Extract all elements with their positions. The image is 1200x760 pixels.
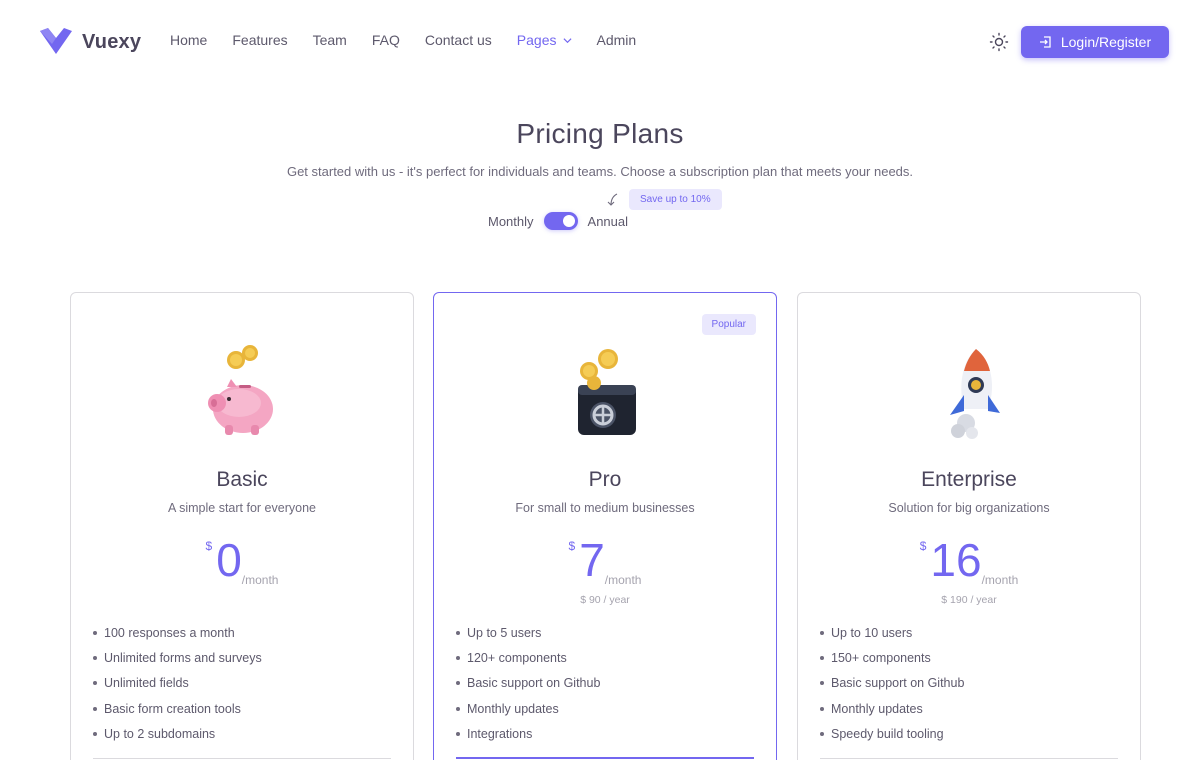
price-row: $ 7 /month: [434, 535, 776, 587]
plan-name: Enterprise: [921, 468, 1017, 491]
price-period: /month: [981, 573, 1019, 587]
feature-item: Unlimited forms and surveys: [93, 645, 262, 670]
brand-name: Vuexy: [82, 30, 142, 53]
plan-name: Basic: [216, 468, 268, 491]
price-row: $ 0 /month: [71, 535, 413, 587]
nav-pages[interactable]: Pages: [517, 32, 572, 48]
save-callout: Save up to 10%: [605, 189, 722, 210]
switch-knob: [562, 215, 575, 227]
login-register-button[interactable]: Login/Register: [1021, 26, 1169, 58]
navbar: Vuexy Home Features Team FAQ Contact us …: [0, 0, 1200, 84]
page-subtitle: Get started with us - it's perfect for i…: [286, 164, 914, 179]
nav-admin[interactable]: Admin: [597, 32, 637, 48]
curved-arrow-icon: [607, 193, 618, 206]
sun-icon[interactable]: [989, 32, 1009, 52]
plan-description: Solution for big organizations: [888, 501, 1050, 515]
plan-button[interactable]: [456, 757, 754, 759]
page-title: Pricing Plans: [516, 118, 684, 149]
price-period: /month: [604, 573, 642, 587]
feature-item: 100 responses a month: [93, 620, 262, 645]
nav-contact[interactable]: Contact us: [425, 32, 492, 48]
price-amount: 7: [579, 534, 605, 586]
billing-switch[interactable]: [543, 212, 578, 230]
feature-item: Unlimited fields: [93, 671, 262, 696]
price-amount: 0: [216, 534, 242, 586]
feature-list: Up to 5 users 120+ components Basic supp…: [456, 620, 600, 746]
yearly-price: $ 190 / year: [941, 594, 997, 606]
feature-list: 100 responses a month Unlimited forms an…: [93, 620, 262, 746]
feature-item: Basic form creation tools: [93, 696, 262, 721]
feature-item: 120+ components: [456, 645, 600, 670]
feature-item: Monthly updates: [456, 696, 600, 721]
save-badge: Save up to 10%: [629, 189, 722, 210]
yearly-price: $ 90 / year: [580, 594, 630, 606]
currency-symbol: $: [568, 539, 576, 553]
feature-item: Basic support on Github: [820, 671, 964, 696]
feature-item: Monthly updates: [820, 696, 964, 721]
feature-item: Up to 5 users: [456, 620, 600, 645]
nav-home[interactable]: Home: [170, 32, 207, 48]
feature-item: Up to 2 subdomains: [93, 721, 262, 746]
plan-description: For small to medium businesses: [515, 501, 695, 515]
price-period: /month: [241, 573, 279, 587]
vuexy-logo-icon: [40, 28, 72, 54]
currency-symbol: $: [919, 539, 927, 553]
feature-item: 150+ components: [820, 645, 964, 670]
plan-card-pro: Popular Pro For small to medium business…: [433, 292, 777, 760]
piggy-bank-icon: [208, 345, 273, 435]
feature-item: Basic support on Github: [456, 671, 600, 696]
plan-card-basic: Basic A simple start for everyone $ 0 /m…: [70, 292, 414, 760]
nav-features[interactable]: Features: [232, 32, 287, 48]
login-icon: [1039, 36, 1051, 48]
annual-label[interactable]: Annual: [588, 214, 628, 229]
currency-symbol: $: [205, 539, 213, 553]
feature-item: Speedy build tooling: [820, 721, 964, 746]
nav-links: Home Features Team FAQ Contact us Pages …: [170, 32, 661, 48]
chevron-down-icon: [562, 37, 572, 43]
price-row: $ 16 /month: [798, 535, 1140, 587]
plan-button[interactable]: [93, 758, 391, 759]
safe-box-icon: [578, 349, 636, 435]
plan-button[interactable]: [820, 758, 1118, 759]
popular-badge: Popular: [701, 314, 756, 335]
nav-faq[interactable]: FAQ: [372, 32, 400, 48]
plan-description: A simple start for everyone: [168, 501, 316, 515]
login-register-label: Login/Register: [1060, 34, 1152, 50]
billing-toggle: Monthly Annual: [488, 212, 628, 230]
price-amount: 16: [930, 534, 982, 586]
feature-item: Integrations: [456, 721, 600, 746]
monthly-label[interactable]: Monthly: [488, 214, 534, 229]
rocket-icon: [950, 349, 1000, 439]
nav-team[interactable]: Team: [313, 32, 347, 48]
brand[interactable]: Vuexy: [40, 28, 141, 56]
feature-list: Up to 10 users 150+ components Basic sup…: [820, 620, 964, 746]
plan-name: Pro: [588, 468, 622, 491]
pricing-hero: Pricing Plans Get started with us - it's…: [0, 118, 1200, 179]
plan-card-enterprise: Enterprise Solution for big organization…: [797, 292, 1141, 760]
nav-pages-label: Pages: [516, 32, 557, 48]
feature-item: Up to 10 users: [820, 620, 964, 645]
